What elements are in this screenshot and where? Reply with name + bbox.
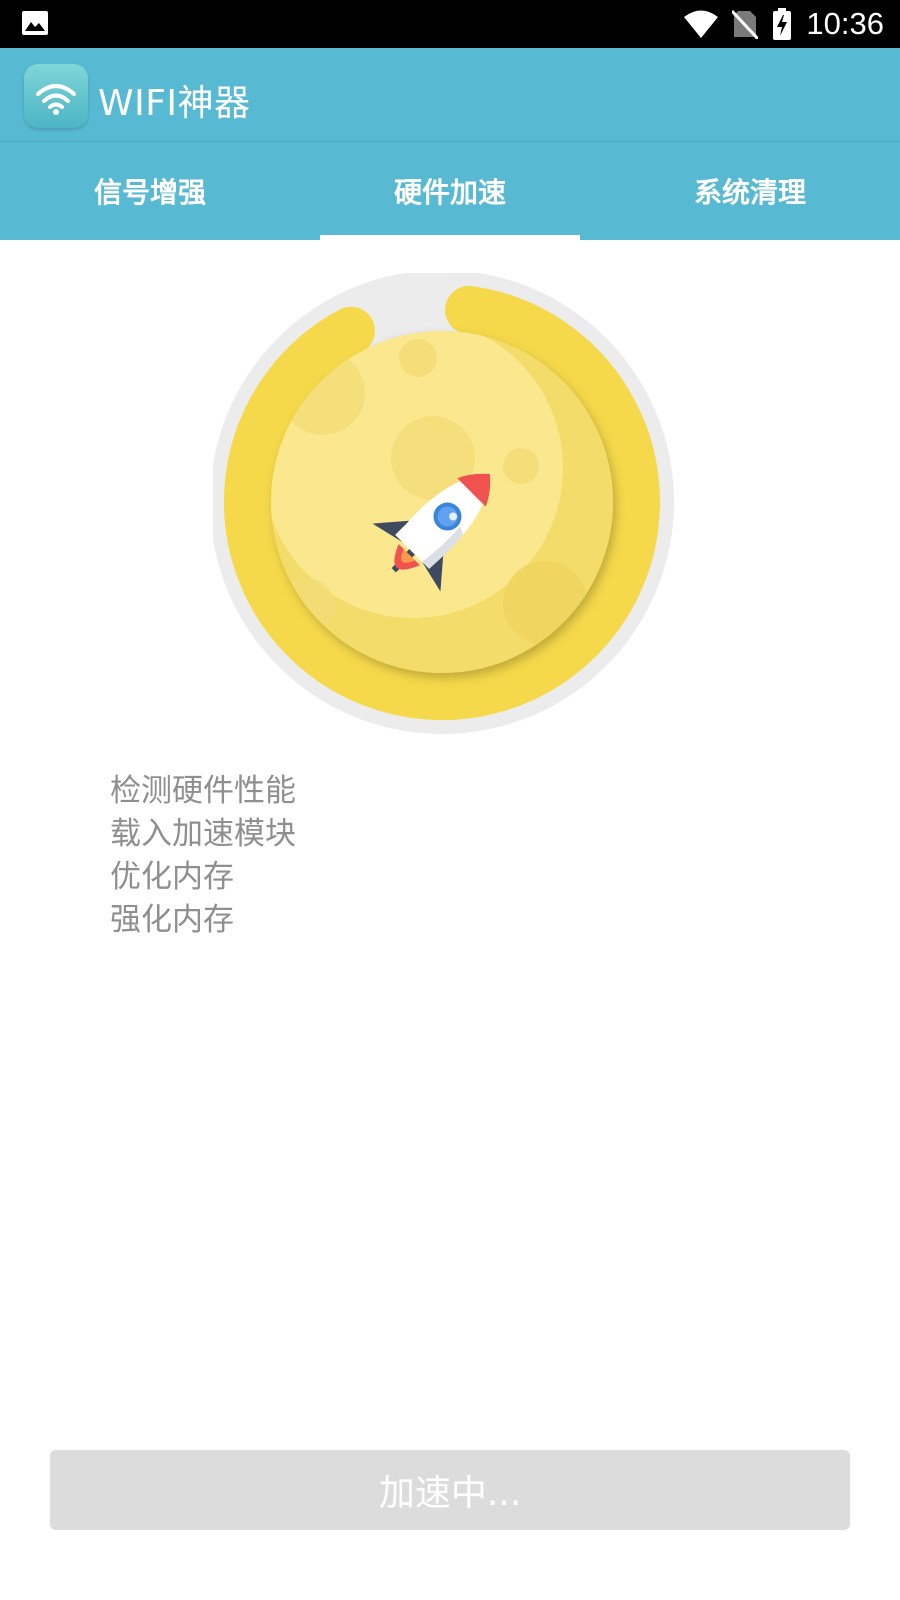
wifi-signal-icon [684,10,719,38]
tab-system-cleanup[interactable]: 系统清理 [600,142,900,240]
acceleration-progress-dial [210,270,687,747]
tab-label: 系统清理 [693,176,806,209]
log-line: 载入加速模块 [110,816,296,852]
no-sim-icon [732,9,759,39]
status-bar: 10:36 [0,0,900,48]
tab-bar: 信号增强 硬件加速 系统清理 [0,142,900,240]
log-line: 检测硬件性能 [110,773,296,809]
tab-selected-indicator [320,235,580,240]
accelerating-button[interactable]: 加速中... [50,1450,850,1530]
log-line: 强化内存 [110,902,234,938]
acceleration-log: 检测硬件性能 载入加速模块 优化内存 强化内存 [110,770,296,942]
wifi-app-icon [24,64,88,128]
app-bar: WIFI神器 [0,48,900,142]
battery-charging-icon [773,8,792,40]
status-time: 10:36 [806,6,884,41]
app-title: WIFI神器 [98,83,251,124]
tab-label: 硬件加速 [393,176,506,209]
tab-signal-boost[interactable]: 信号增强 [0,142,300,240]
tab-hardware-acceleration[interactable]: 硬件加速 [300,142,600,240]
gallery-icon [22,11,48,35]
log-line: 优化内存 [110,859,234,895]
tab-label: 信号增强 [93,176,206,209]
